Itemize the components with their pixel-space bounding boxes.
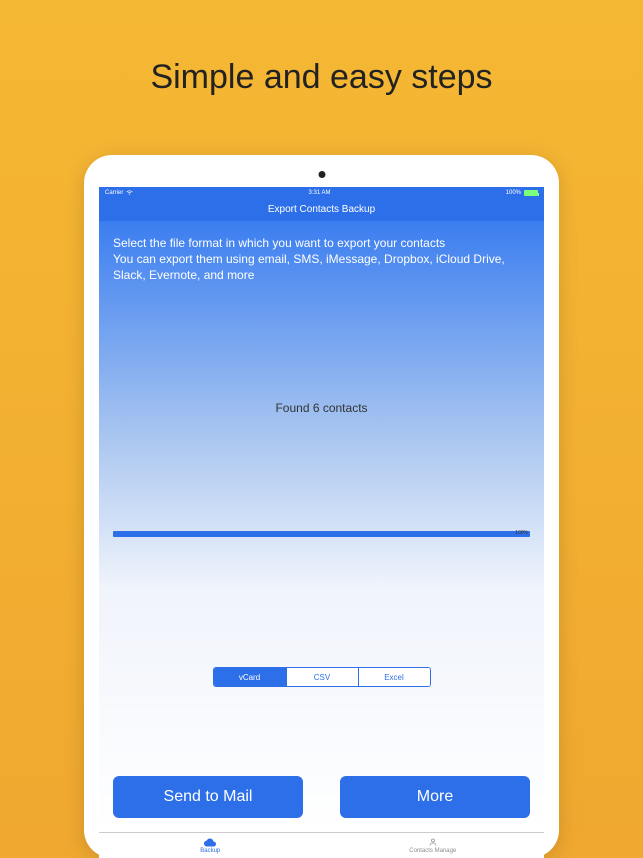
- ipad-screen: Carrier 3:31 AM 100% Export Contacts Bac…: [99, 187, 544, 858]
- ipad-camera-dot: [318, 171, 325, 178]
- send-to-mail-button[interactable]: Send to Mail: [113, 776, 303, 818]
- tab-backup-label: Backup: [200, 848, 220, 854]
- battery-icon: [524, 190, 538, 196]
- hero-title: Simple and easy steps: [0, 0, 643, 97]
- tab-backup[interactable]: Backup: [99, 833, 322, 858]
- status-right: 100%: [506, 190, 538, 196]
- status-bar: Carrier 3:31 AM 100%: [99, 187, 544, 199]
- contacts-icon: [427, 837, 439, 847]
- wifi-icon: [126, 189, 133, 198]
- format-option-excel[interactable]: Excel: [358, 668, 430, 686]
- instructions-block: Select the file format in which you want…: [99, 221, 544, 284]
- instruction-line-1: Select the file format in which you want…: [113, 235, 530, 251]
- status-time: 3:31 AM: [308, 190, 330, 196]
- progress-bar-container: 100%: [113, 531, 530, 537]
- tab-bar: Backup Contacts Manage: [99, 832, 544, 858]
- main-content: Select the file format in which you want…: [99, 221, 544, 832]
- format-segmented-control[interactable]: vCard CSV Excel: [213, 667, 431, 687]
- tab-contacts-manage[interactable]: Contacts Manage: [322, 833, 545, 858]
- progress-percent-label: 100%: [515, 530, 528, 536]
- more-button[interactable]: More: [340, 776, 530, 818]
- contacts-found-label: Found 6 contacts: [99, 401, 544, 415]
- instruction-line-2: You can export them using email, SMS, iM…: [113, 251, 530, 283]
- progress-bar: 100%: [113, 531, 530, 537]
- format-option-vcard[interactable]: vCard: [214, 668, 286, 686]
- action-buttons-row: Send to Mail More: [113, 776, 530, 818]
- status-left: Carrier: [105, 189, 133, 198]
- nav-bar: Export Contacts Backup: [99, 199, 544, 221]
- format-option-csv[interactable]: CSV: [286, 668, 358, 686]
- tab-contacts-manage-label: Contacts Manage: [409, 848, 456, 854]
- carrier-label: Carrier: [105, 190, 123, 196]
- battery-percent: 100%: [506, 190, 521, 196]
- cloud-icon: [204, 837, 216, 847]
- ipad-device-frame: Carrier 3:31 AM 100% Export Contacts Bac…: [84, 155, 559, 858]
- nav-title: Export Contacts Backup: [268, 204, 375, 215]
